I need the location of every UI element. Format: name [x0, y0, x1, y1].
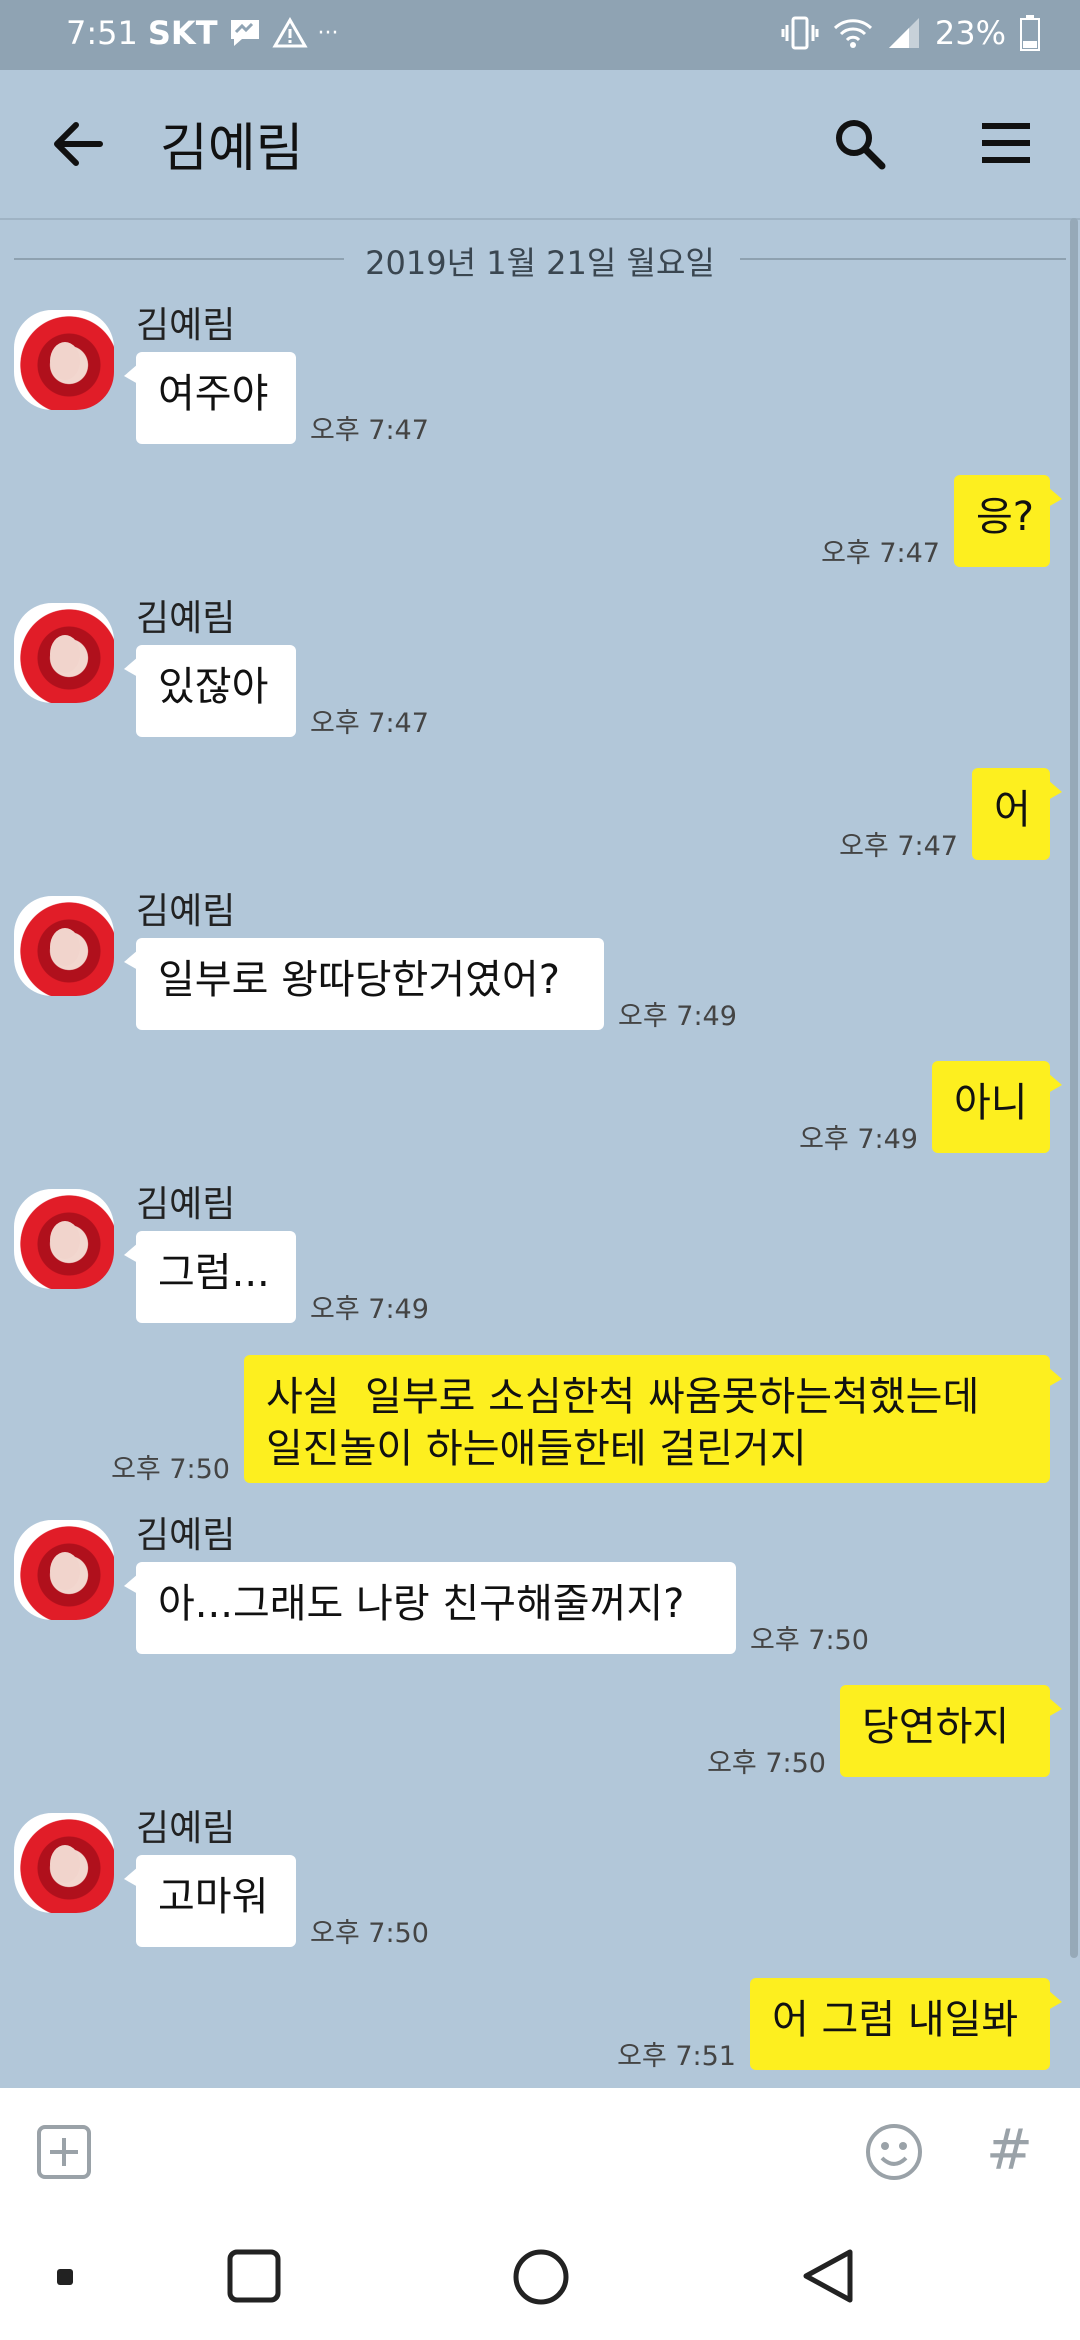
signal-icon: [887, 16, 921, 50]
sender-name: 김예림: [136, 891, 236, 932]
messenger-notification-icon: [228, 17, 262, 49]
avatar-face: [50, 635, 80, 673]
battery-percent: 23%: [934, 14, 1006, 52]
contact-avatar[interactable]: [14, 1189, 114, 1289]
emoji-button[interactable]: [864, 2122, 924, 2182]
search-button[interactable]: [830, 114, 890, 174]
square-icon: [227, 2249, 281, 2303]
hashtag-button[interactable]: #: [986, 2118, 1033, 2183]
outgoing-message[interactable]: 당연하지: [840, 1685, 1062, 1777]
incoming-message[interactable]: 그럼...: [124, 1231, 296, 1323]
incoming-message[interactable]: 있잖아: [124, 645, 296, 737]
message-time: 오후 7:47: [821, 538, 940, 569]
battery-icon: [1020, 15, 1040, 51]
system-nav-bar: [0, 2212, 1080, 2340]
incoming-message[interactable]: 일부로 왕따당한거였어?: [124, 938, 604, 1030]
message-time: 오후 7:49: [310, 1294, 429, 1325]
nav-home-button[interactable]: [512, 2248, 570, 2310]
avatar-face: [50, 342, 80, 380]
menu-button[interactable]: [978, 118, 1034, 168]
status-left: 7:51 SKT ···: [66, 14, 339, 52]
nav-recents-button[interactable]: [226, 2248, 282, 2308]
triangle-back-icon: [803, 2249, 853, 2303]
chat-scrollbar[interactable]: [1070, 218, 1078, 1958]
date-separator: 2019년 1월 21일 월요일: [0, 238, 1080, 282]
nav-back-button[interactable]: [800, 2248, 856, 2308]
message-time: 오후 7:47: [839, 831, 958, 862]
message-time: 오후 7:50: [707, 1748, 826, 1779]
attach-button[interactable]: [36, 2124, 92, 2180]
wifi-icon: [833, 16, 873, 50]
avatar-face: [50, 1221, 80, 1259]
dot-icon: [57, 2269, 73, 2285]
arrow-left-icon: [54, 122, 103, 166]
status-right: 23%: [781, 14, 1040, 52]
sender-name: 김예림: [136, 598, 236, 639]
input-bar: #: [0, 2088, 1080, 2212]
status-bar: 7:51 SKT ··· 23%: [0, 0, 1080, 70]
incoming-message[interactable]: 아...그래도 나랑 친구해줄꺼지?: [124, 1562, 736, 1654]
outgoing-message[interactable]: 어: [972, 768, 1062, 860]
more-notifications-icon: ···: [317, 20, 339, 46]
back-button[interactable]: [48, 116, 108, 172]
outgoing-message[interactable]: 응?: [954, 475, 1062, 567]
message-time: 오후 7:49: [799, 1124, 918, 1155]
message-time: 오후 7:50: [750, 1625, 869, 1656]
contact-avatar[interactable]: [14, 603, 114, 703]
message-time: 오후 7:47: [310, 415, 429, 446]
circle-icon: [513, 2249, 569, 2305]
chat-header: 김예림: [0, 70, 1080, 220]
message-time: 오후 7:50: [111, 1454, 230, 1485]
contact-avatar[interactable]: [14, 896, 114, 996]
message-time: 오후 7:47: [310, 708, 429, 739]
sender-name: 김예림: [136, 1184, 236, 1225]
contact-avatar[interactable]: [14, 310, 114, 410]
warning-icon: [271, 17, 308, 49]
message-time: 오후 7:51: [617, 2041, 736, 2072]
contact-avatar[interactable]: [14, 1813, 114, 1913]
sender-name: 김예림: [136, 305, 236, 346]
nav-dot-button[interactable]: [56, 2268, 74, 2290]
avatar-face: [50, 1552, 80, 1590]
plus-square-icon: [37, 2125, 91, 2179]
sender-name: 김예림: [136, 1515, 236, 1556]
status-time: 7:51: [66, 14, 138, 52]
message-time: 오후 7:50: [310, 1918, 429, 1949]
avatar-face: [50, 1845, 80, 1883]
chat-title: 김예림: [160, 119, 304, 179]
search-icon: [836, 120, 886, 170]
chat-area[interactable]: 2019년 1월 21일 월요일 김예림 여주야 오후 7:47 응? 오후 7:47 김…: [0, 218, 1080, 2088]
outgoing-message[interactable]: 사실 일부로 소심한척 싸움못하는척했는데 일진놀이 하는애들한테 걸린거지: [244, 1355, 1062, 1483]
sender-name: 김예림: [136, 1808, 236, 1849]
incoming-message[interactable]: 고마워: [124, 1855, 296, 1947]
vibrate-icon: [781, 15, 819, 51]
outgoing-message[interactable]: 아니: [932, 1061, 1062, 1153]
status-carrier: SKT: [147, 14, 218, 52]
smiley-icon: [866, 2124, 922, 2180]
hamburger-menu-icon: [982, 123, 1030, 163]
avatar-face: [50, 928, 80, 966]
incoming-message[interactable]: 여주야: [124, 352, 296, 444]
date-label: 2019년 1월 21일 월요일: [365, 244, 715, 282]
message-time: 오후 7:49: [618, 1001, 737, 1032]
outgoing-message[interactable]: 어 그럼 내일봐: [750, 1978, 1062, 2070]
contact-avatar[interactable]: [14, 1520, 114, 1620]
